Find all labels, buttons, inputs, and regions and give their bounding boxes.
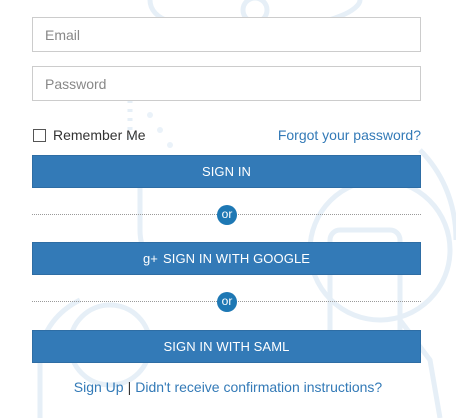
- google-plus-icon: g+: [142, 251, 158, 266]
- footer-links: Sign Up | Didn't receive confirmation inst…: [0, 379, 456, 395]
- footer-separator: |: [127, 379, 132, 395]
- confirmation-instructions-link[interactable]: Didn't receive confirmation instructions…: [135, 379, 382, 395]
- sign-up-link[interactable]: Sign Up: [74, 379, 124, 395]
- sign-in-google-button[interactable]: g+ SIGN IN WITH GOOGLE: [32, 242, 421, 275]
- remember-me-checkbox[interactable]: [33, 128, 46, 142]
- sign-in-button-label: SIGN IN: [201, 164, 252, 179]
- forgot-password-link[interactable]: Forgot your password?: [278, 126, 421, 144]
- password-field[interactable]: [32, 66, 421, 101]
- remember-me[interactable]: Remember Me: [32, 126, 146, 144]
- or-badge: or: [217, 292, 237, 312]
- or-badge: or: [217, 205, 237, 225]
- or-divider: or: [32, 204, 421, 226]
- sign-in-saml-label: SIGN IN WITH SAML: [163, 339, 290, 354]
- sign-in-button[interactable]: SIGN IN: [32, 155, 421, 188]
- sign-in-saml-button[interactable]: SIGN IN WITH SAML: [32, 330, 421, 363]
- email-field[interactable]: [32, 17, 421, 52]
- or-divider: or: [32, 291, 421, 313]
- login-form: Remember Me Forgot your password? SIGN I…: [0, 0, 456, 418]
- remember-me-label: Remember Me: [53, 127, 146, 143]
- login-page: Remember Me Forgot your password? SIGN I…: [0, 0, 456, 418]
- sign-in-google-label: SIGN IN WITH GOOGLE: [162, 251, 311, 266]
